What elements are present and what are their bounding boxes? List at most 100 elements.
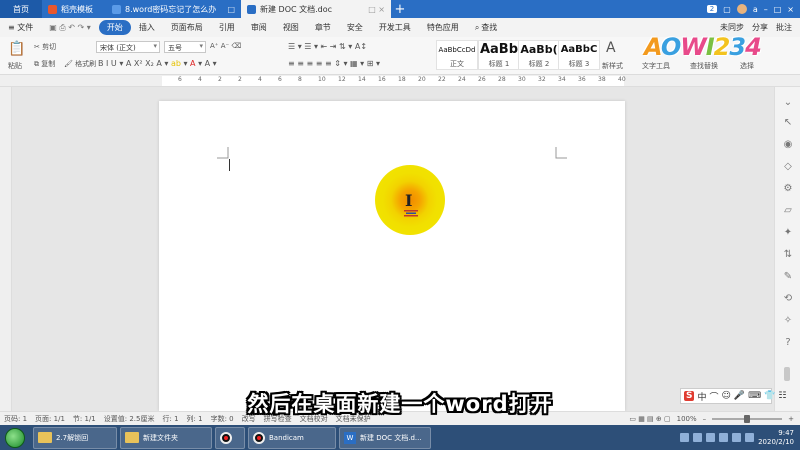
- tray-icon[interactable]: [693, 433, 703, 442]
- font-grow-shrink-icons[interactable]: A⁺ A⁻ ⌫: [210, 42, 241, 50]
- ime-toolbar[interactable]: S 中 ⌒ ☺ 🎤 ⌨ 👕 ☷: [680, 388, 786, 404]
- find-replace-button[interactable]: 查找替换: [690, 61, 718, 71]
- cut-button[interactable]: ✂ 剪切: [34, 42, 56, 52]
- ruler-number: 26: [478, 76, 486, 83]
- sogou-icon[interactable]: S: [684, 391, 695, 401]
- new-style-button[interactable]: 新样式: [602, 61, 623, 71]
- tab-home[interactable]: 首页: [0, 0, 42, 18]
- ime-smiley-icon[interactable]: ☺: [722, 391, 731, 401]
- system-clock[interactable]: 9:47 2020/2/10: [758, 429, 794, 447]
- menu-file[interactable]: ≡ 文件: [4, 22, 41, 33]
- ime-punctuation-icon[interactable]: ⌒: [710, 390, 719, 403]
- menu-search[interactable]: ⌕ 查找: [467, 22, 505, 33]
- tab-close-icon[interactable]: □: [227, 5, 235, 14]
- ruler-number: 40: [618, 76, 626, 83]
- style-heading-3[interactable]: AaBbC 标题 3: [558, 40, 600, 70]
- logo-letter: 4: [745, 33, 762, 61]
- backup-icon[interactable]: ⟲: [782, 293, 794, 305]
- minimize-icon[interactable]: –: [764, 5, 768, 14]
- tools-icon[interactable]: ✎: [782, 271, 794, 283]
- margin-corner-top-left: [217, 147, 229, 159]
- ime-language[interactable]: 中: [697, 390, 706, 403]
- tab-close-icon[interactable]: □ ×: [368, 5, 385, 14]
- font-format-icons[interactable]: B I U ▾ A X² X₂ A ▾ ab ▾ A ▾ A ▾: [98, 59, 217, 68]
- menu-review[interactable]: 审阅: [243, 22, 275, 33]
- tray-icon[interactable]: [706, 433, 716, 442]
- ime-menu-icon[interactable]: ☷: [778, 391, 786, 401]
- taskbar-item-folder-27[interactable]: 2.7解锁回: [33, 426, 117, 449]
- taskbar-item-new-folder[interactable]: 新建文件夹: [120, 426, 212, 449]
- style-sample: AaBbC: [560, 44, 598, 55]
- menu-special-apps[interactable]: 特色应用: [419, 22, 467, 33]
- format-painter-button[interactable]: 🖌 格式刷: [64, 59, 96, 69]
- sort-icon[interactable]: ⇅: [782, 249, 794, 261]
- settings-icon[interactable]: ✦: [782, 227, 794, 239]
- ime-mic-icon[interactable]: 🎤: [734, 391, 745, 401]
- shape-icon[interactable]: ▱: [782, 205, 794, 217]
- menu-chapter[interactable]: 章节: [307, 22, 339, 33]
- font-name-select[interactable]: 宋体 (正文): [96, 41, 160, 53]
- paragraph-icons[interactable]: ☰ ▾ ☰ ▾ ⇤ ⇥ ⇅ ▾ A↕: [288, 42, 367, 51]
- paste-icon[interactable]: 📋: [8, 41, 25, 57]
- menu-references[interactable]: 引用: [211, 22, 243, 33]
- avatar[interactable]: [736, 4, 747, 14]
- collaborate-icon[interactable]: ✧: [782, 315, 794, 327]
- style-normal[interactable]: AaBbCcDd 正文: [436, 40, 478, 70]
- style-panel-icon[interactable]: ⚙: [782, 183, 794, 195]
- tab-new-doc[interactable]: 新建 DOC 文档.doc □ ×: [241, 0, 391, 18]
- copy-button[interactable]: ⧉ 复制: [34, 59, 55, 69]
- tab-word-password-doc[interactable]: 8.word密码忘记了怎么办 □: [106, 0, 241, 18]
- menu-view[interactable]: 视图: [275, 22, 307, 33]
- comment-button[interactable]: 批注: [776, 22, 792, 33]
- text-tools-button[interactable]: 文字工具: [642, 61, 670, 71]
- tray-icon[interactable]: [680, 433, 690, 442]
- font-size-select[interactable]: 五号: [164, 41, 206, 53]
- skin-icon[interactable]: ▢: [723, 5, 731, 14]
- document-workspace: I: [0, 87, 774, 411]
- align-icons[interactable]: ≡ ≡ ≡ ≡ ≡ ⇕ ▾ ▦ ▾ ⊞ ▾: [288, 59, 380, 68]
- tab-label: 稻壳模板: [61, 4, 93, 14]
- menu-home[interactable]: 开始: [98, 20, 131, 35]
- paste-button[interactable]: 粘贴: [8, 61, 22, 71]
- menu-security[interactable]: 安全: [339, 22, 371, 33]
- menu-insert[interactable]: 插入: [131, 22, 163, 33]
- menu-page-layout[interactable]: 页面布局: [163, 22, 211, 33]
- notification-badge[interactable]: 2: [706, 5, 718, 13]
- document-page[interactable]: I: [159, 101, 625, 411]
- pointer-icon[interactable]: ↖: [782, 117, 794, 129]
- ime-clothes-icon[interactable]: 👕: [764, 391, 775, 401]
- logo-letter: O: [660, 33, 681, 61]
- new-tab-button[interactable]: +: [391, 0, 409, 18]
- select-button[interactable]: 选择: [740, 61, 754, 71]
- location-icon[interactable]: ◉: [782, 139, 794, 151]
- taskbar-item-wps-doc[interactable]: W 新建 DOC 文档.d...: [339, 426, 431, 449]
- site-watermark-logo: AOWI234: [644, 33, 762, 61]
- quick-access-icons[interactable]: ▣ ⎙ ↶ ↷ ▾: [41, 23, 99, 33]
- new-style-icon[interactable]: A: [606, 40, 616, 56]
- ime-keyboard-icon[interactable]: ⌨: [748, 391, 761, 401]
- volume-icon[interactable]: [745, 433, 755, 442]
- start-button[interactable]: [0, 425, 30, 450]
- style-heading-1[interactable]: AaBb 标题 1: [478, 40, 520, 70]
- menu-developer[interactable]: 开发工具: [371, 22, 419, 33]
- maximize-icon[interactable]: □: [774, 5, 782, 14]
- horizontal-ruler[interactable]: 6 4 2 2 4 6 8 10 12 14 16 18 20 22 24 26 28 30 32 34 36 38 40: [0, 75, 800, 87]
- format-painter-label: 格式刷: [75, 60, 97, 68]
- diamond-icon[interactable]: ◇: [782, 161, 794, 173]
- help-icon[interactable]: ?: [782, 337, 794, 349]
- network-icon[interactable]: [732, 433, 742, 442]
- wps-writer-icon: [247, 4, 256, 14]
- tab-docer-templates[interactable]: 稻壳模板: [42, 0, 106, 18]
- taskbar-item-bandicam[interactable]: Bandicam: [248, 426, 336, 449]
- ruler-number: 10: [318, 76, 326, 83]
- style-heading-2[interactable]: AaBb( 标题 2: [518, 40, 560, 70]
- share-button[interactable]: 分享: [752, 22, 768, 33]
- sync-status[interactable]: 未同步: [720, 22, 744, 33]
- taskbar-item-recorder[interactable]: [215, 426, 245, 449]
- ruler-number: 14: [358, 76, 366, 83]
- scrollbar-thumb[interactable]: [784, 367, 790, 381]
- vertical-ruler[interactable]: [0, 87, 12, 411]
- tray-icon[interactable]: [719, 433, 729, 442]
- close-window-icon[interactable]: ×: [787, 5, 794, 14]
- panel-collapse-icon[interactable]: ⌄: [782, 97, 794, 109]
